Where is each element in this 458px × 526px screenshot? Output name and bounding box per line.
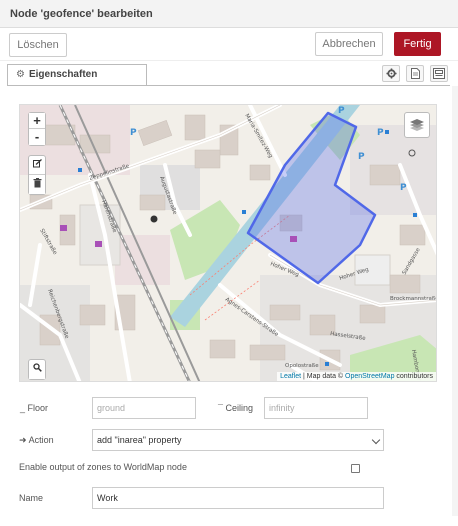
description-icon[interactable] [406, 65, 424, 82]
search-icon[interactable] [29, 363, 45, 379]
svg-text:P: P [400, 183, 407, 193]
ceiling-input[interactable]: infinity [264, 397, 368, 419]
worldmap-output-label: Enable output of zones to WorldMap node [19, 462, 187, 472]
attribution-separator: | Map data © [301, 373, 346, 380]
done-button[interactable]: Fertig [394, 32, 441, 56]
ceiling-label: ¯ Ceiling [218, 403, 253, 413]
delete-button[interactable]: Löschen [9, 33, 67, 57]
map-view[interactable]: Zeppelinstraße Hafenstraße Augustastraße… [19, 104, 437, 382]
chevron-down-icon [371, 435, 381, 445]
zoom-out-button[interactable]: - [29, 129, 45, 145]
zoom-control: + - [28, 112, 46, 146]
dialog-title-bar: Node 'geofence' bearbeiten [0, 0, 458, 28]
zoom-in-button[interactable]: + [29, 113, 45, 129]
tab-properties[interactable]: ⚙ Eigenschaften [7, 64, 147, 86]
trash-icon[interactable] [29, 178, 45, 194]
action-label: ➜ Action [19, 435, 54, 445]
name-label: Name [19, 493, 44, 503]
cog-icon: ⚙ [16, 69, 25, 80]
svg-text:Opolostraße: Opolostraße [285, 363, 319, 369]
attribution-suffix: contributors [394, 373, 433, 380]
layers-icon[interactable] [404, 112, 430, 138]
pencil-icon[interactable] [29, 159, 45, 175]
name-input[interactable]: Work [92, 487, 384, 509]
svg-text:P: P [130, 128, 137, 138]
svg-text:P: P [377, 128, 384, 138]
svg-text:P: P [358, 152, 365, 162]
sign-in-icon: ➜ [19, 435, 27, 445]
cancel-button[interactable]: Abbrechen [315, 32, 383, 56]
worldmap-output-checkbox[interactable] [351, 464, 360, 473]
tab-divider [7, 85, 450, 86]
tab-properties-label: Eigenschaften [28, 69, 98, 80]
draw-control [28, 155, 46, 195]
floor-input[interactable]: ground [92, 397, 196, 419]
map-attribution: Leaflet | Map data © OpenStreetMap contr… [277, 372, 436, 381]
leaflet-link[interactable]: Leaflet [280, 373, 301, 380]
map-tiles: Zeppelinstraße Hafenstraße Augustastraße… [20, 105, 437, 381]
svg-text:Brockmannstraße: Brockmannstraße [390, 296, 437, 302]
settings-icon[interactable] [382, 65, 400, 82]
floor-label: _ Floor [20, 403, 49, 413]
action-select[interactable]: add "inarea" property [92, 429, 384, 451]
toolbar-divider [0, 60, 458, 61]
map-search-control [28, 359, 46, 380]
osm-link[interactable]: OpenStreetMap [345, 373, 394, 380]
appearance-icon[interactable] [430, 65, 448, 82]
dialog-title: Node 'geofence' bearbeiten [10, 8, 153, 20]
floor-icon: _ [20, 403, 28, 413]
svg-text:P: P [338, 106, 345, 116]
action-select-value: add "inarea" property [97, 435, 182, 445]
dialog-scrollbar[interactable] [452, 86, 458, 516]
